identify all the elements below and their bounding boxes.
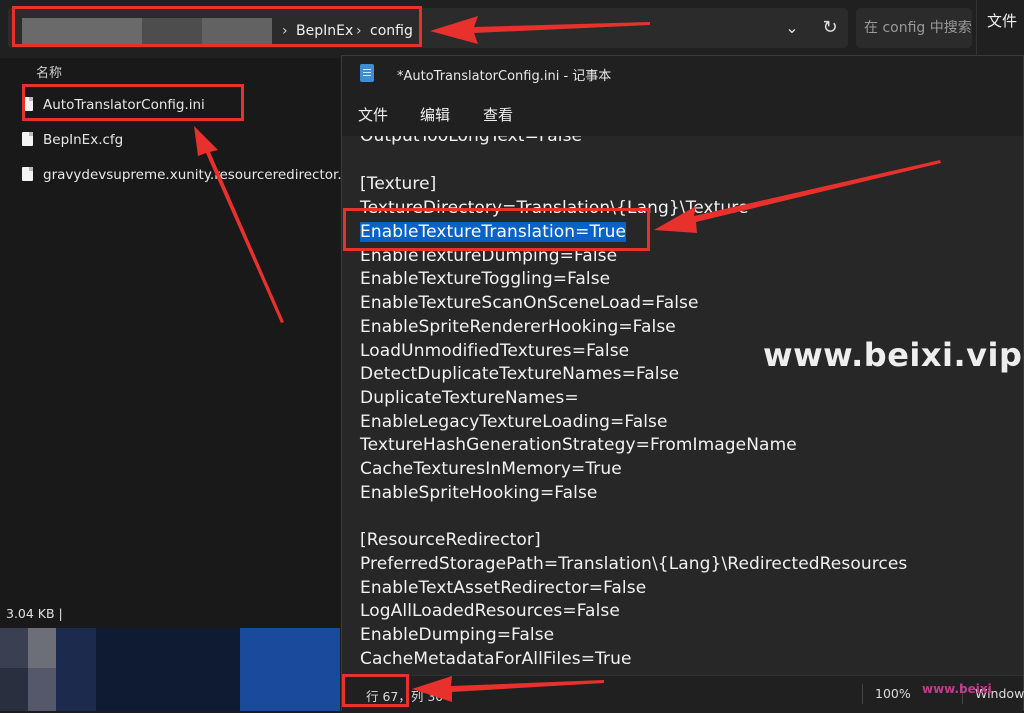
arrow-to-line: [654, 160, 941, 233]
arrow-to-breadcrumb: [430, 16, 650, 44]
arrow-to-file: [194, 126, 284, 323]
annotation-arrows: [194, 16, 941, 702]
arrow-to-status: [412, 676, 604, 702]
